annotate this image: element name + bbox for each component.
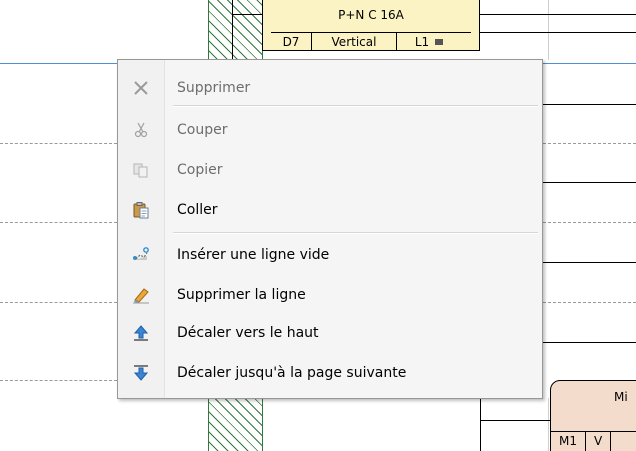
grid-dashed-line [543, 143, 636, 144]
menu-item-decaler-page-suivante[interactable]: Décaler jusqu'à la page suivante [120, 356, 540, 390]
context-menu: Supprimer Couper Copier Coller Insérer u… [117, 59, 543, 399]
menu-item-inserer-ligne[interactable]: Insérer une ligne vide [120, 238, 540, 272]
menu-item-label: Décaler vers le haut [177, 325, 319, 341]
hatched-conduit-bottom [208, 398, 263, 451]
wire-line [480, 420, 550, 421]
delete-x-icon [132, 79, 150, 97]
grid-dashed-line [543, 222, 636, 223]
grid-dashed-line [0, 302, 117, 303]
hatched-conduit-top [208, 0, 263, 60]
grid-dashed-line [0, 222, 117, 223]
menu-item-label: Décaler jusqu'à la page suivante [177, 365, 407, 381]
wire-line [543, 262, 636, 263]
menu-item-label: Coller [177, 202, 218, 218]
breaker-cells: D7 Vertical L1 [271, 32, 471, 51]
eraser-icon [132, 286, 150, 304]
breaker-block[interactable]: P+N C 16A D7 Vertical L1 [262, 0, 480, 51]
wire-line [480, 14, 636, 15]
breaker-cell-2: Vertical [312, 33, 397, 51]
wire-line [543, 342, 636, 343]
breaker-cell-3-label: L1 [414, 35, 430, 49]
partial-block-cells: M1 V [551, 431, 636, 451]
clipboard-paste-icon [132, 201, 150, 219]
arrow-up-icon [132, 324, 150, 342]
grid-dashed-line [0, 380, 117, 381]
menu-item-label: Copier [177, 162, 223, 178]
menu-item-label: Couper [177, 122, 228, 138]
arrow-down-icon [132, 364, 150, 382]
grid-vline [548, 0, 549, 60]
menu-item-couper[interactable]: Couper [120, 113, 540, 147]
grid-dashed-line [543, 302, 636, 303]
menu-item-decaler-haut[interactable]: Décaler vers le haut [120, 316, 540, 350]
menu-item-supprimer-ligne[interactable]: Supprimer la ligne [120, 278, 540, 312]
breaker-title: P+N C 16A [338, 8, 404, 22]
status-led-icon [435, 39, 444, 45]
scissors-icon [132, 121, 150, 139]
conduit-line [232, 0, 233, 60]
menu-item-supprimer[interactable]: Supprimer [120, 71, 540, 105]
menu-separator [173, 105, 538, 107]
breaker-cell-3: L1 [397, 33, 461, 51]
menu-separator [173, 232, 538, 234]
wire-line [232, 14, 262, 15]
breaker-cell-1: D7 [271, 33, 312, 51]
grid-dashed-line [0, 143, 117, 144]
partial-block-title: Mi [614, 390, 628, 404]
grid-vline [548, 398, 549, 451]
wire-line [543, 182, 636, 183]
wire-line [543, 104, 636, 105]
menu-item-label: Supprimer la ligne [177, 287, 306, 303]
partial-block-cell-2: V [586, 432, 612, 451]
menu-item-label: Insérer une ligne vide [177, 247, 330, 263]
insert-line-icon [132, 246, 150, 264]
menu-item-label: Supprimer [177, 80, 251, 96]
menu-item-copier[interactable]: Copier [120, 153, 540, 187]
wire-line [480, 398, 481, 451]
partial-device-block[interactable]: Mi M1 V [550, 380, 636, 451]
menu-item-coller[interactable]: Coller [120, 193, 540, 227]
wire-line [480, 32, 636, 33]
partial-block-cell-1: M1 [551, 432, 586, 451]
copy-icon [132, 161, 150, 179]
